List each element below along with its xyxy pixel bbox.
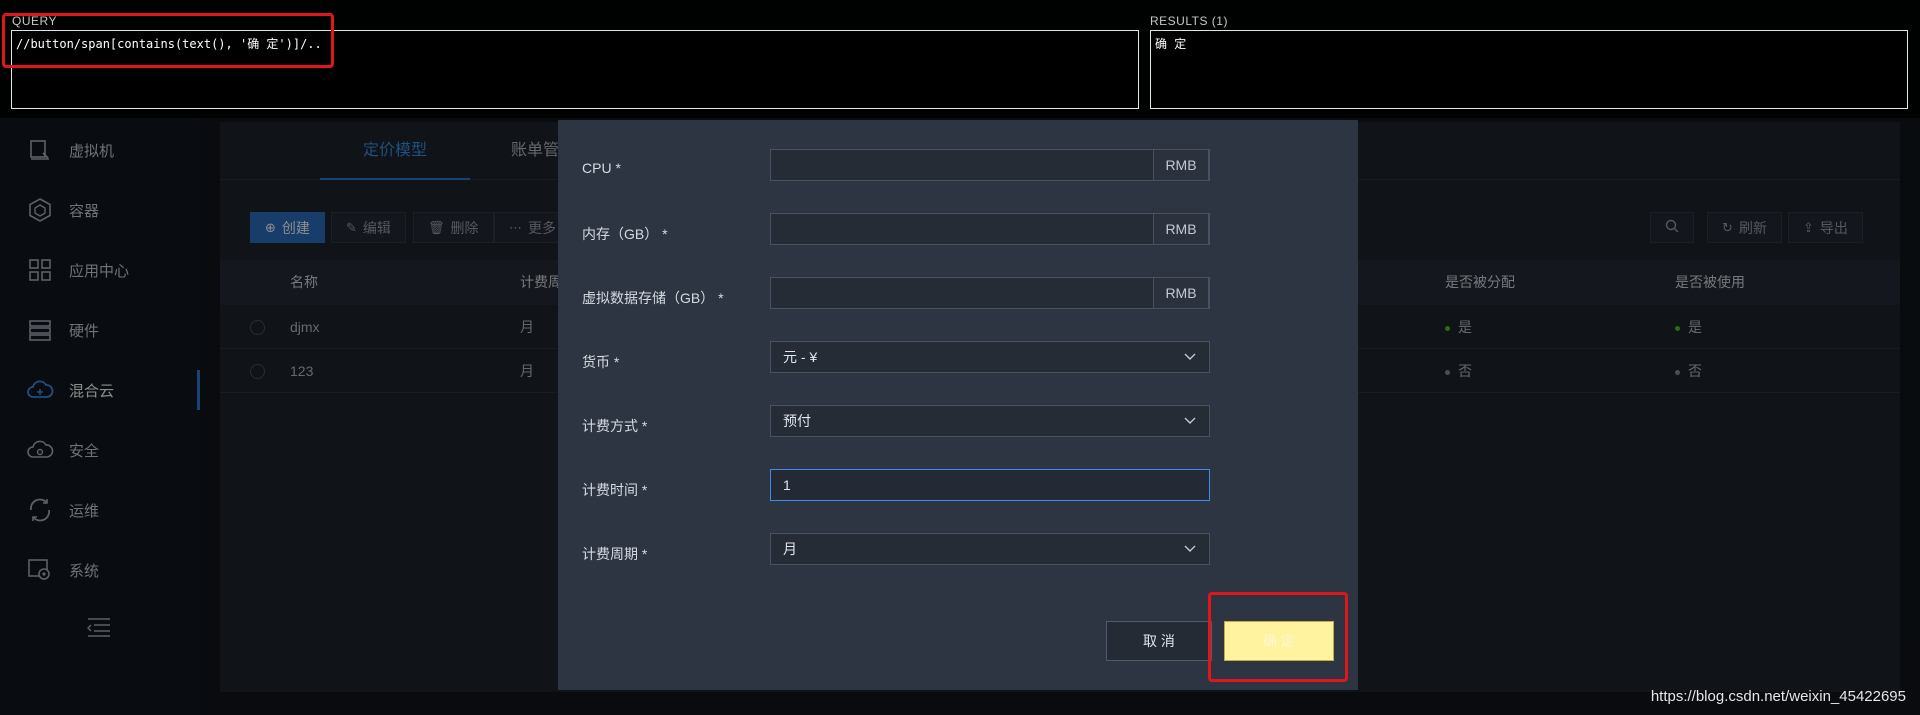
results-output: 确 定 (1150, 30, 1908, 109)
field-label-currency: 货币 * (582, 354, 620, 370)
rmb-addon: RMB (1153, 213, 1209, 245)
watermark: https://blog.csdn.net/weixin_45422695 (1650, 688, 1906, 705)
chevron-down-icon (1184, 545, 1196, 552)
memory-price-input[interactable]: RMB (770, 213, 1210, 245)
storage-price-input[interactable]: RMB (770, 277, 1210, 309)
cpu-price-input[interactable]: RMB (770, 149, 1210, 181)
currency-select[interactable]: 元 - ¥ (770, 341, 1210, 373)
pricing-model-dialog: CPU * RMB 内存（GB） * RMB 虚拟数据存储（GB） * RMB … (558, 120, 1358, 690)
billing-time-input[interactable]: 1 (770, 469, 1210, 501)
field-label-billing-method: 计费方式 * (582, 418, 648, 434)
rmb-addon: RMB (1153, 149, 1209, 181)
query-highlight-box (2, 13, 334, 68)
cancel-button[interactable]: 取 消 (1106, 621, 1212, 661)
results-label: RESULTS (1) (1150, 14, 1228, 28)
field-label-billing-time: 计费时间 * (582, 482, 648, 498)
field-label-cpu: CPU * (582, 160, 621, 176)
confirm-highlight-box (1208, 592, 1348, 682)
field-label-storage: 虚拟数据存储（GB） * (582, 290, 724, 306)
field-label-billing-period: 计费周期 * (582, 546, 648, 562)
chevron-down-icon (1184, 353, 1196, 360)
field-label-memory: 内存（GB） * (582, 226, 668, 242)
chevron-down-icon (1184, 417, 1196, 424)
page: 虚拟机 容器 应用中心 硬件 混合云 安全 运维 系统 定价模型 账单管 ⊕ 创… (0, 0, 1920, 715)
billing-method-select[interactable]: 预付 (770, 405, 1210, 437)
billing-period-select[interactable]: 月 (770, 533, 1210, 565)
rmb-addon: RMB (1153, 277, 1209, 309)
xpath-query-panel: QUERY //button/span[contains(text(), '确 … (0, 0, 1920, 118)
